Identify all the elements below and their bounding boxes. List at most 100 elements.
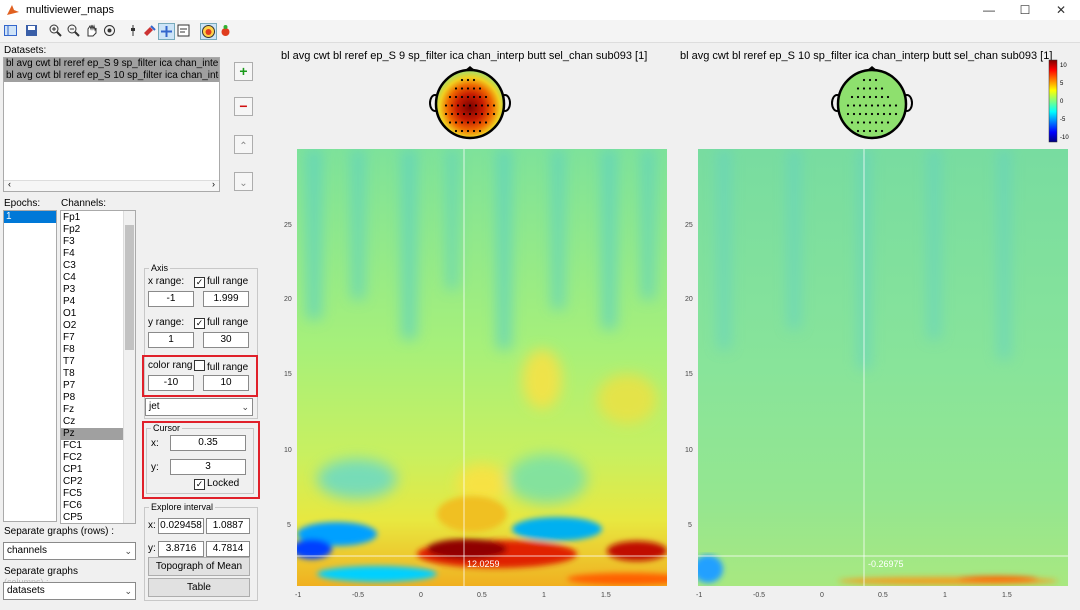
color-drop-icon[interactable]: [218, 23, 233, 38]
electrode-dot: [850, 95, 854, 99]
electrode-dot: [862, 129, 866, 133]
channels-scrollbar[interactable]: [123, 211, 135, 523]
scroll-left-icon[interactable]: ‹: [8, 179, 11, 189]
cursor-x-field[interactable]: 0.35: [170, 435, 246, 451]
zoom-in-icon[interactable]: [48, 23, 63, 38]
maximize-button[interactable]: ☐: [1008, 0, 1042, 20]
minimize-button[interactable]: —: [972, 0, 1006, 20]
pan-icon[interactable]: [84, 23, 99, 38]
channels-list[interactable]: Fp1 Fp2 F3 F4 C3 C4 P3 P4 O1 O2 F7 F8 T7 T8 P7 P8 Fz Cz Pz…: [60, 210, 136, 524]
electrode-dot: [460, 121, 464, 124]
color-full-range-label: full range: [207, 362, 249, 373]
electrode-dot: [472, 87, 476, 90]
topo-head-1[interactable]: [428, 66, 512, 142]
move-up-button[interactable]: ⌃: [234, 135, 253, 154]
rows-value: channels: [7, 545, 48, 556]
electrode-dot: [858, 112, 862, 116]
electrode-dot: [880, 95, 884, 99]
topography-icon[interactable]: [200, 23, 217, 40]
epochs-list[interactable]: 1: [3, 210, 57, 522]
colorbar-tick: -10: [1060, 135, 1069, 141]
cursor-y-field[interactable]: 3: [170, 459, 246, 475]
y-tick-label: 5: [287, 522, 291, 529]
x-min-field[interactable]: -1: [148, 291, 194, 307]
y-full-range-checkbox[interactable]: ✓ full range: [194, 317, 248, 329]
move-down-button[interactable]: ⌄: [234, 172, 253, 191]
save-icon[interactable]: [24, 23, 39, 38]
electrode-dot: [492, 112, 496, 116]
electrode-dot: [874, 129, 878, 133]
electrode-dot: [462, 112, 466, 116]
topograph-of-mean-button[interactable]: Topograph of Mean: [148, 557, 250, 576]
chevron-down-icon: ⌄: [239, 178, 248, 189]
time-frequency-map-1[interactable]: 12.0259: [297, 149, 667, 586]
checkbox-unchecked-icon: [194, 360, 205, 371]
electrode-dot: [850, 121, 854, 124]
electrode-dot: [862, 78, 866, 82]
datasets-hscroll[interactable]: ‹ ›: [4, 179, 219, 191]
electrode-dot: [868, 95, 872, 99]
epoch-item[interactable]: 1: [4, 211, 56, 223]
remove-dataset-button[interactable]: −: [234, 97, 253, 116]
color-full-range-checkbox[interactable]: full range: [194, 360, 248, 373]
data-cursor-icon[interactable]: [126, 23, 141, 38]
datasets-label: Datasets:: [4, 45, 47, 56]
electrode-dot: [478, 95, 482, 99]
y-range-label: y range:: [148, 317, 185, 328]
electrode-dot: [880, 129, 884, 133]
dataset-item[interactable]: bl avg cwt bl reref ep_S 10 sp_filter ic…: [4, 70, 219, 82]
cursor-y-label: y:: [151, 462, 159, 473]
color-max-field[interactable]: 10: [203, 375, 249, 391]
add-dataset-button[interactable]: +: [234, 62, 253, 81]
electrode-dot: [450, 104, 454, 107]
y-tick-label: 10: [685, 447, 693, 454]
electrode-dot: [862, 87, 866, 90]
electrode-dot: [450, 112, 454, 116]
brush-icon[interactable]: [142, 23, 157, 38]
scroll-thumb[interactable]: [125, 225, 134, 350]
explore-x2-field[interactable]: 1.0887: [206, 518, 250, 534]
table-button[interactable]: Table: [148, 578, 250, 597]
electrode-dot: [886, 121, 890, 124]
electrode-dot: [472, 95, 476, 99]
time-frequency-map-2[interactable]: -0.26975: [698, 149, 1068, 586]
scroll-right-icon[interactable]: ›: [212, 179, 215, 189]
electrode-dot: [894, 104, 898, 107]
datasets-list[interactable]: bl avg cwt bl reref ep_S 9 sp_filter ica…: [3, 57, 220, 192]
y-min-field[interactable]: 1: [148, 332, 194, 348]
y-tick-label: 10: [284, 447, 292, 454]
electrode-dot: [864, 112, 868, 116]
y-max-field[interactable]: 30: [203, 332, 249, 348]
electrode-dot: [858, 104, 862, 107]
topo-head-2[interactable]: [830, 66, 914, 142]
columns-select[interactable]: datasets ⌄: [3, 582, 136, 600]
electrode-dot: [444, 112, 448, 116]
dataset-item[interactable]: bl avg cwt bl reref ep_S 9 sp_filter ica…: [4, 58, 219, 70]
electrode-dot: [846, 104, 850, 107]
electrode-dot: [856, 121, 860, 124]
legend-icon[interactable]: [176, 23, 191, 38]
colorbar: 10 5 0 -5 -10: [1048, 59, 1069, 143]
electrode-dot: [444, 104, 448, 107]
rows-select[interactable]: channels ⌄: [3, 542, 136, 560]
explore-x1-field[interactable]: 0.029458: [158, 518, 204, 534]
checkbox-checked-icon: ✓: [194, 318, 205, 329]
close-button[interactable]: ✕: [1044, 0, 1078, 20]
electrode-dot: [856, 129, 860, 133]
locked-checkbox[interactable]: ✓ Locked: [194, 478, 239, 490]
electrode-dot: [486, 104, 490, 107]
link-icon[interactable]: [158, 23, 175, 40]
rotate-icon[interactable]: [102, 23, 117, 38]
new-figure-icon[interactable]: [3, 23, 18, 38]
explore-y1-field[interactable]: 3.8716: [158, 541, 204, 557]
colormap-select[interactable]: jet ⌄: [145, 398, 253, 416]
electrode-dot: [874, 121, 878, 124]
zoom-out-icon[interactable]: [66, 23, 81, 38]
electrode-dot: [874, 87, 878, 90]
explore-y2-field[interactable]: 4.7814: [206, 541, 250, 557]
electrode-dot: [454, 95, 458, 99]
x-max-field[interactable]: 1.999: [203, 291, 249, 307]
color-min-field[interactable]: -10: [148, 375, 194, 391]
plot-title-1: bl avg cwt bl reref ep_S 9 sp_filter ica…: [281, 50, 648, 62]
x-full-range-checkbox[interactable]: ✓ full range: [194, 276, 248, 288]
